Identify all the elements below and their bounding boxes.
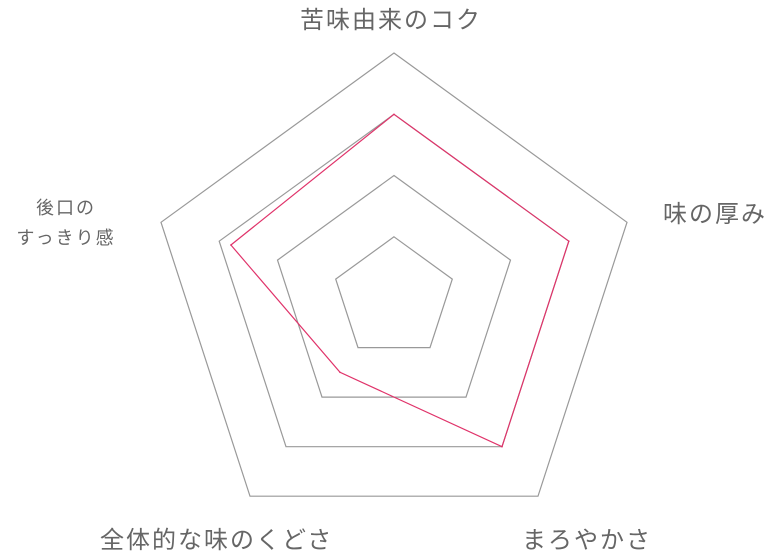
grid-level-4 — [160, 52, 628, 497]
radar-grid — [160, 52, 628, 497]
axis-label-mellowness: まろやかさ — [522, 526, 652, 554]
series-point-aftertaste — [230, 244, 232, 246]
axis-label-thickness: 味の厚み — [663, 200, 767, 228]
axis-label-bitterness: 苦味由来のコク — [300, 6, 482, 34]
series-point-bitterness — [393, 113, 395, 116]
axis-label-aftertaste: 後口の すっきり感 — [0, 194, 132, 254]
grid-level-2 — [276, 174, 512, 398]
grid-level-1 — [334, 236, 454, 349]
axis-label-aftertaste-line1: 後口の — [36, 198, 96, 219]
series-point-thickness — [568, 240, 570, 242]
series-point-overall — [339, 371, 341, 374]
radar-chart — [160, 52, 628, 497]
axis-label-aftertaste-line2: すっきり感 — [16, 228, 116, 249]
axis-label-overall: 全体的な味のくどさ — [100, 526, 334, 554]
series-point-mellowness — [501, 445, 503, 448]
